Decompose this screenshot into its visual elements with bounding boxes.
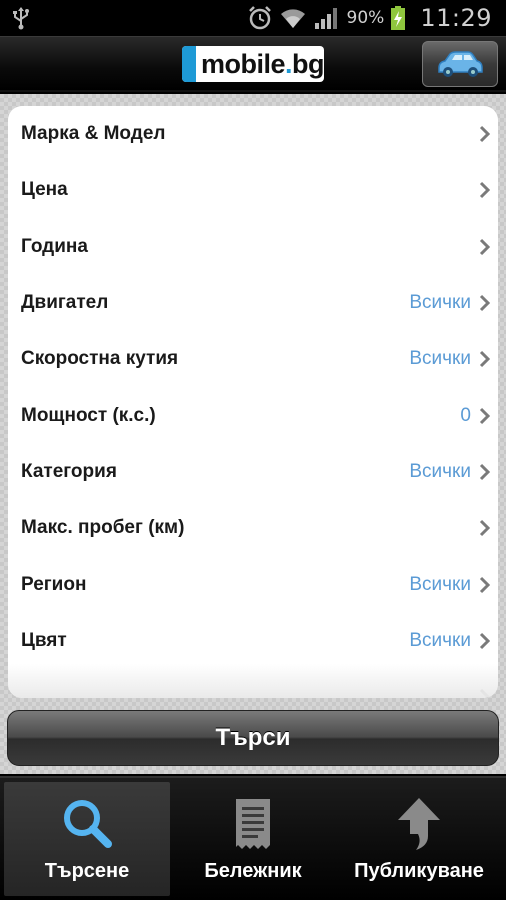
filter-value: 0 (460, 405, 471, 426)
car-button[interactable] (422, 41, 498, 87)
clock: 11:29 (420, 4, 492, 32)
filter-row-category[interactable]: Категория Всички (8, 444, 498, 500)
chevron-right-icon (479, 519, 490, 537)
filter-row-color[interactable]: Цвят Всички (8, 613, 498, 669)
scroll-fade (8, 664, 498, 698)
chevron-right-icon (479, 576, 490, 594)
filter-row-max-mileage[interactable]: Макс. пробег (км) (8, 500, 498, 556)
filter-label: Регион (21, 574, 87, 595)
filter-value: Всички (409, 292, 471, 313)
filter-label: Мощност (к.с.) (21, 405, 156, 426)
filter-label: Скоростна кутия (21, 348, 179, 369)
filter-label: Цена (21, 179, 68, 200)
filter-value: Всички (409, 461, 471, 482)
search-button[interactable]: Търси (7, 710, 499, 766)
chevron-right-icon (479, 632, 490, 650)
filter-row-make-model[interactable]: Марка & Модел (8, 106, 498, 162)
filter-value: Всички (409, 630, 471, 651)
filter-list: Марка & Модел Цена Година Двигател Всичк… (8, 106, 498, 698)
wifi-icon (280, 9, 305, 28)
filter-label: Категория (21, 461, 117, 482)
chevron-right-icon (479, 350, 490, 368)
filter-row-gearbox[interactable]: Скоростна кутия Всички (8, 331, 498, 387)
chevron-right-icon (479, 125, 490, 143)
filter-label: Двигател (21, 292, 109, 313)
tab-label: Бележник (204, 860, 302, 882)
tab-label: Публикуване (354, 860, 484, 882)
filter-label: Цвят (21, 630, 67, 651)
filter-row-power[interactable]: Мощност (к.с.) 0 (8, 388, 498, 444)
filter-row-year[interactable]: Година (8, 219, 498, 275)
chevron-right-icon (479, 181, 490, 199)
status-bar: 90% 11:29 (0, 0, 506, 36)
usb-icon (13, 7, 29, 30)
chevron-right-icon (479, 463, 490, 481)
filter-value: Всички (409, 574, 471, 595)
chevron-right-icon (479, 238, 490, 256)
chevron-right-icon (479, 294, 490, 312)
bottom-tab-bar: Търсене Бележник Публикуване (0, 776, 506, 900)
tab-label: Търсене (44, 860, 130, 882)
chevron-right-icon (479, 407, 490, 425)
filter-label: Макс. пробег (км) (21, 517, 185, 538)
search-icon (64, 800, 112, 848)
app-header: mobile.bg (0, 36, 506, 92)
filter-value: Всички (409, 348, 471, 369)
filter-label: Година (21, 236, 88, 257)
filter-row-price[interactable]: Цена (8, 162, 498, 218)
tab-search[interactable]: Търсене (4, 782, 170, 896)
notepad-icon (236, 799, 270, 849)
filter-row-engine[interactable]: Двигател Всички (8, 275, 498, 331)
car-icon (438, 51, 483, 77)
alarm-icon (248, 6, 271, 30)
tab-notepad[interactable]: Бележник (170, 782, 336, 896)
battery-percent: 90% (346, 8, 385, 28)
upload-icon (398, 798, 440, 850)
filter-row-region[interactable]: Регион Всички (8, 557, 498, 613)
battery-charging-icon (391, 6, 406, 30)
signal-icon (314, 8, 337, 29)
mobile-bg-logo: mobile.bg (182, 46, 324, 82)
filter-label: Марка & Модел (21, 123, 166, 144)
tab-publish[interactable]: Публикуване (336, 782, 502, 896)
